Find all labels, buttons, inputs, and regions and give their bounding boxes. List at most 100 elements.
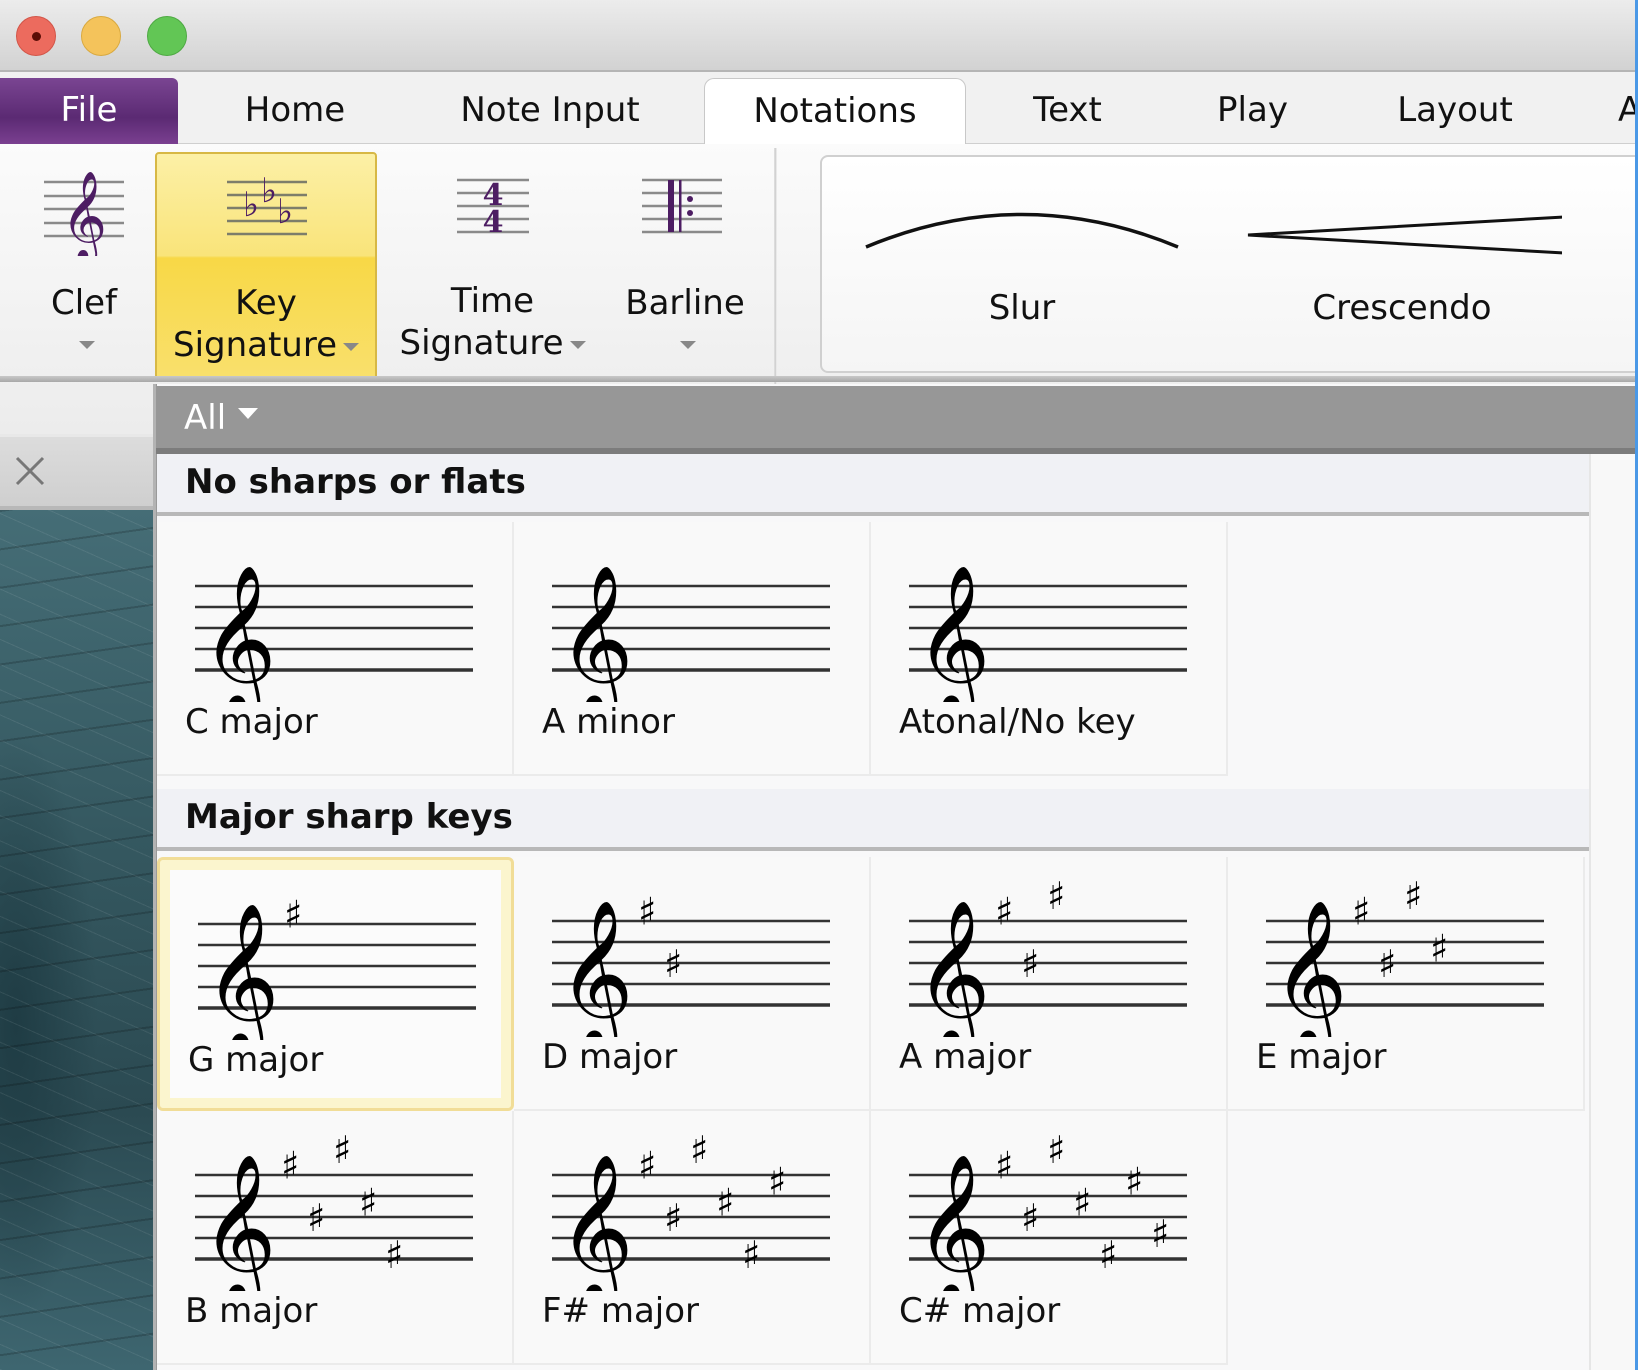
treble-clef-icon: 𝄞 [201,1153,277,1291]
key-signature-item[interactable]: 𝄞 ♯ ♯ ♯ ♯ ♯ B major [157,1111,514,1365]
key-signature-name: C major [185,702,318,742]
treble-clef-icon: 𝄞 [1272,899,1348,1037]
tab-text[interactable]: Text [1000,78,1135,144]
key-signature-item[interactable]: 𝄞 ♯ ♯ ♯ ♯ ♯ ♯ ♯ C# major [871,1111,1228,1365]
staff-treble-clef-icon: 𝄞 [552,564,830,702]
key-signature-name: D major [542,1037,678,1077]
key-signature-name: Atonal/No key [899,702,1136,742]
repeat-barline-icon [642,178,722,234]
tab-notations[interactable]: Notations [704,78,966,144]
sharp-icon: ♯ [1151,1212,1169,1256]
barline-button[interactable]: Barline [610,152,760,382]
key-signature-item[interactable]: 𝄞 A minor [514,522,871,776]
treble-clef-icon: 𝄞 [204,902,280,1040]
sharp-icon: ♯ [1404,874,1422,918]
gallery-filter-bar: All [156,386,1638,454]
sharp-icon: ♯ [768,1159,786,1203]
slur-icon [865,212,1179,249]
staff-treble-clef-icon: 𝄞 [909,564,1187,702]
time-signature-4-4-icon: 44 [457,178,529,240]
staff-key-signature-icon: 𝄞 ♯♯♯♯ [1266,874,1544,1037]
sharp-icon: ♯ [1073,1180,1091,1224]
ribbon-tab-strip: File Home Note Input Notations Text Play… [0,72,1638,144]
sharp-icon: ♯ [716,1180,734,1224]
key-signature-item[interactable]: 𝄞 Atonal/No key [871,522,1228,776]
sharp-icon: ♯ [995,890,1013,934]
treble-clef-icon: 𝄞 [915,899,991,1037]
document-tab-bar [0,434,160,510]
clef-button[interactable]: 𝄞 Clef [20,152,148,384]
tab-play[interactable]: Play [1200,78,1305,144]
key-signature-flats-icon: ♭ ♭♭ [227,171,307,236]
sharp-icon: ♯ [995,1144,1013,1188]
section-header: Major sharp keys [157,789,1589,851]
sharp-icon: ♯ [359,1180,377,1224]
sharp-icon: ♯ [1047,1128,1065,1172]
key-signature-item[interactable]: 𝄞 ♯ ♯ ♯ ♯ ♯ ♯ F# major [514,1111,871,1365]
key-signature-item[interactable]: 𝄞 ♯ ♯ D major [514,857,871,1111]
svg-text:♭: ♭ [277,192,293,232]
treble-clef-icon: 𝄞 [44,171,124,256]
key-signature-button[interactable]: ♭ ♭ ♭ Key Signature [155,152,377,382]
zoom-window-button[interactable] [147,16,187,56]
key-signature-item[interactable]: 𝄞 ♯ ♯ ♯ A major [871,857,1228,1111]
crescendo-label: Crescendo [1312,288,1492,328]
sharp-icon: ♯ [1125,1159,1143,1203]
sharp-icon: ♯ [1378,942,1396,986]
sharp-icon: ♯ [664,942,682,986]
minimize-window-button[interactable] [81,16,121,56]
key-signature-name: G major [188,1040,324,1080]
svg-text:♭: ♭ [261,171,277,211]
treble-clef-icon: 𝄞 [558,1153,634,1291]
tab-note-input[interactable]: Note Input [430,78,670,144]
key-signature-name: C# major [899,1291,1061,1331]
sharp-icon: ♯ [1021,942,1039,986]
key-signature-name: F# major [542,1291,700,1331]
key-signature-item[interactable]: 𝄞 ♯ ♯ ♯ ♯ E major [1228,857,1585,1111]
crescendo-hairpin-icon [1247,215,1565,255]
section-header: No sharps or flats [157,454,1589,516]
staff-key-signature-icon: 𝄞 ♯ [198,893,476,1040]
sharp-icon: ♯ [742,1233,760,1277]
score-background [0,510,160,1370]
staff-key-signature-icon: 𝄞 ♯♯♯♯♯♯♯ [909,1128,1187,1291]
ribbon-bottom-border [0,376,1638,382]
key-signature-name: A minor [542,702,675,742]
staff-key-signature-icon: 𝄞 ♯♯ [552,890,830,1037]
key-signature-name: B major [185,1291,318,1331]
key-signature-item[interactable]: 𝄞 ♯ G major [157,857,514,1111]
sharp-icon: ♯ [307,1196,325,1240]
section-title: No sharps or flats [185,462,526,502]
filter-value: All [184,398,227,438]
chevron-down-icon [238,408,259,419]
sharp-icon: ♯ [1047,874,1065,918]
tab-home[interactable]: Home [190,78,400,144]
treble-clef-icon: 𝄞 [558,564,634,702]
filter-dropdown[interactable]: All [184,398,259,438]
gallery-scrollbar-track[interactable] [1589,454,1638,1370]
time-signature-label-line1: Time [450,281,535,321]
chevron-down-icon [79,340,95,349]
tab-layout[interactable]: Layout [1380,78,1530,144]
gallery-item-crescendo[interactable]: Crescendo [1242,197,1565,328]
treble-clef-icon: 𝄞 [915,1153,991,1291]
close-icon[interactable] [14,455,46,487]
key-signature-name: A major [899,1037,1032,1077]
chevron-down-icon [569,340,586,349]
sharp-icon: ♯ [385,1233,403,1277]
svg-text:4: 4 [483,205,504,240]
treble-clef-icon: 𝄞 [915,564,991,702]
sharp-icon: ♯ [638,890,656,934]
tab-file[interactable]: File [0,78,178,144]
key-signature-item[interactable]: 𝄞 C major [157,522,514,776]
sharp-icon: ♯ [1099,1233,1117,1277]
close-window-button[interactable] [16,16,56,56]
barline-label: Barline [625,283,745,323]
clef-label: Clef [50,283,118,323]
svg-text:𝄞: 𝄞 [61,171,107,256]
staff-key-signature-icon: 𝄞 ♯♯♯ [909,874,1187,1037]
treble-clef-icon: 𝄞 [558,899,634,1037]
gallery-item-slur[interactable]: Slur [862,197,1182,328]
time-signature-button[interactable]: 44 Time Signature [385,152,600,382]
staff-key-signature-icon: 𝄞 ♯♯♯♯♯ [195,1128,473,1291]
